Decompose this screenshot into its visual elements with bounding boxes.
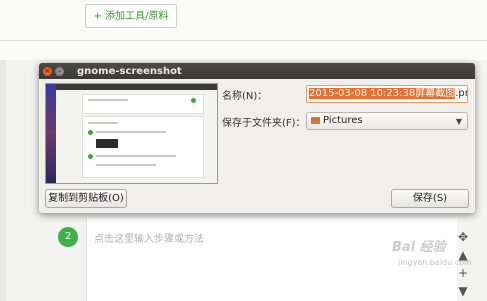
watermark-url: jingyan.baidu.com <box>398 258 472 267</box>
chevron-down-icon: ▼ <box>455 117 462 126</box>
filename-selected-text: 2015-03-08 10:23:38屏幕截图 <box>309 88 456 99</box>
preview-card <box>82 94 204 114</box>
preview-dot <box>88 130 93 135</box>
minimize-icon[interactable]: – <box>55 66 64 76</box>
preview-launcher <box>46 84 56 183</box>
preview-topbar <box>56 84 217 90</box>
add-tool-button[interactable]: + 添加工具/原料 <box>85 4 177 28</box>
preview-image <box>96 139 118 148</box>
folder-select[interactable]: Pictures ▼ <box>306 112 468 130</box>
preview-line <box>88 99 128 101</box>
step-number-badge: 2 <box>58 227 78 247</box>
filename-extension: .png <box>455 88 467 99</box>
preview-line <box>96 164 156 166</box>
dialog-title: gnome-screenshot <box>77 65 182 77</box>
screenshot-dialog: × – gnome-screenshot 名称(N)： 2015-03-08 1… <box>39 63 475 213</box>
watermark-logo: Bai 经验 <box>392 240 446 255</box>
move-icon[interactable]: ✥ <box>452 228 474 246</box>
dialog-titlebar: × – gnome-screenshot <box>39 63 475 79</box>
folder-label: 保存于文件夹(F)： <box>222 118 306 129</box>
left-margin <box>0 60 6 301</box>
header-divider <box>0 40 487 41</box>
copy-to-clipboard-button[interactable]: 复制到剪贴板(O) <box>45 189 127 208</box>
preview-dot <box>88 154 93 159</box>
preview-line <box>96 155 176 157</box>
preview-line <box>96 131 166 133</box>
preview-dot <box>191 98 196 103</box>
save-button[interactable]: 保存(S) <box>391 189 469 208</box>
close-icon[interactable]: × <box>43 66 52 76</box>
filename-input[interactable]: 2015-03-08 10:23:38屏幕截图.png <box>306 85 468 103</box>
step-input-placeholder[interactable]: 点击这里输入步骤或方法 <box>94 230 204 245</box>
folder-icon <box>311 116 320 124</box>
screenshot-preview <box>45 83 218 184</box>
preview-line <box>88 122 118 124</box>
folder-value: Pictures <box>323 115 363 126</box>
page-header-area <box>0 0 487 60</box>
name-label: 名称(N)： <box>222 91 268 102</box>
arrow-down-icon[interactable]: ▼ <box>452 282 474 300</box>
